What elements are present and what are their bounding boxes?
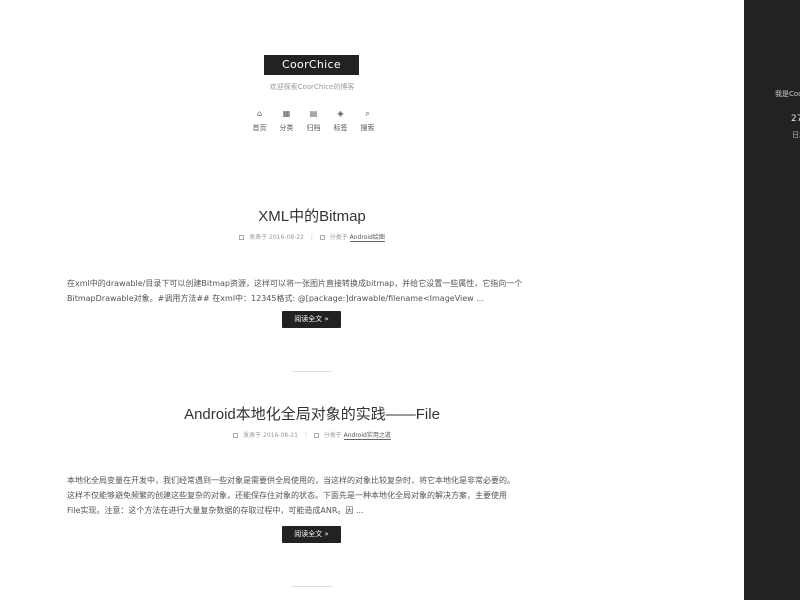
meta-separator: | (304, 432, 307, 439)
post-date: 2016-08-22 (269, 234, 304, 241)
post-meta: 发表于 2016-08-22 | 分类于 Android绘图 (0, 232, 624, 242)
calendar-icon (239, 235, 245, 240)
folder-icon (313, 433, 319, 438)
tags-icon: ◈ (337, 109, 344, 118)
excerpt-line: 这样不仅能够避免频繁的创建这些复杂的对象，还能保存住对象的状态。下面先是一种本地… (67, 491, 507, 500)
menu-item-archives[interactable]: ▤ 归档 (300, 109, 327, 133)
folder-icon (319, 235, 325, 240)
post-category-link[interactable]: Android绘图 (349, 234, 385, 242)
excerpt-line: 本地化全局变量在开发中，我们经常遇到一些对象是需要供全局使用的，当这样的对象比较… (67, 476, 515, 485)
published-prefix: 发表于 (249, 234, 268, 241)
post-title[interactable]: Android本地化全局对象的实践——File (0, 403, 624, 424)
post-title[interactable]: XML中的Bitmap (0, 205, 624, 226)
calendar-icon (233, 433, 239, 438)
menu-item-label: 标签 (333, 124, 348, 132)
menu-item-home[interactable]: ⌂ 首页 (246, 109, 273, 133)
main-content: CoorChice 欢迎探索CoorChice的博客 ⌂ 首页 ▦ 分类 ▤ 归… (0, 0, 744, 600)
menu-item-categories[interactable]: ▦ 分类 (273, 109, 300, 133)
site-subtitle: 欢迎探索CoorChice的博客 (269, 83, 355, 91)
menu-item-search[interactable]: ⌕ 搜索 (354, 109, 381, 133)
sidebar: 我是CoorChice 27 日志 (744, 0, 800, 600)
excerpt-line: BitmapDrawable对象。#调用方法## 在xml中：12345格式: … (67, 294, 484, 303)
site-brand[interactable]: CoorChice (264, 55, 359, 75)
menu-item-label: 归档 (306, 124, 321, 132)
grid-icon: ▦ (282, 109, 291, 118)
main-menu: ⌂ 首页 ▦ 分类 ▤ 归档 ◈ 标签 ⌕ 搜索 (246, 109, 381, 133)
post-divider (292, 371, 332, 372)
page: CoorChice 欢迎探索CoorChice的博客 ⌂ 首页 ▦ 分类 ▤ 归… (0, 0, 800, 600)
sidebar-post-count[interactable]: 27 (791, 114, 800, 124)
meta-separator: | (310, 234, 313, 241)
menu-item-label: 首页 (252, 124, 267, 132)
excerpt-line: File实现。注意：这个方法在进行大量复杂数据的存取过程中，可能造成ANR。因 … (67, 506, 364, 515)
sidebar-post-count-label: 日志 (792, 131, 800, 139)
menu-item-label: 分类 (279, 124, 294, 132)
category-prefix: 分类于 (323, 432, 342, 439)
post-excerpt: 在xml中的drawable/目录下可以创建Bitmap资源，这样可以将一张图片… (67, 276, 562, 306)
post-excerpt: 本地化全局变量在开发中，我们经常遇到一些对象是需要供全局使用的，当这样的对象比较… (67, 473, 562, 518)
post-date: 2016-08-21 (263, 432, 298, 439)
category-prefix: 分类于 (329, 234, 348, 241)
archive-icon: ▤ (309, 109, 318, 118)
post-meta: 发表于 2016-08-21 | 分类于 Android实用之道 (0, 430, 624, 440)
excerpt-line: 在xml中的drawable/目录下可以创建Bitmap资源，这样可以将一张图片… (67, 279, 523, 288)
search-icon: ⌕ (365, 109, 370, 118)
home-icon: ⌂ (256, 109, 263, 118)
read-more-button[interactable]: 阅读全文 » (282, 311, 341, 328)
menu-item-label: 搜索 (360, 124, 375, 132)
published-prefix: 发表于 (243, 432, 262, 439)
sidebar-intro: 我是CoorChice (775, 90, 800, 98)
menu-item-tags[interactable]: ◈ 标签 (327, 109, 354, 133)
post-category-link[interactable]: Android实用之道 (343, 432, 391, 440)
post-divider (292, 586, 332, 587)
read-more-button[interactable]: 阅读全文 » (282, 526, 341, 543)
